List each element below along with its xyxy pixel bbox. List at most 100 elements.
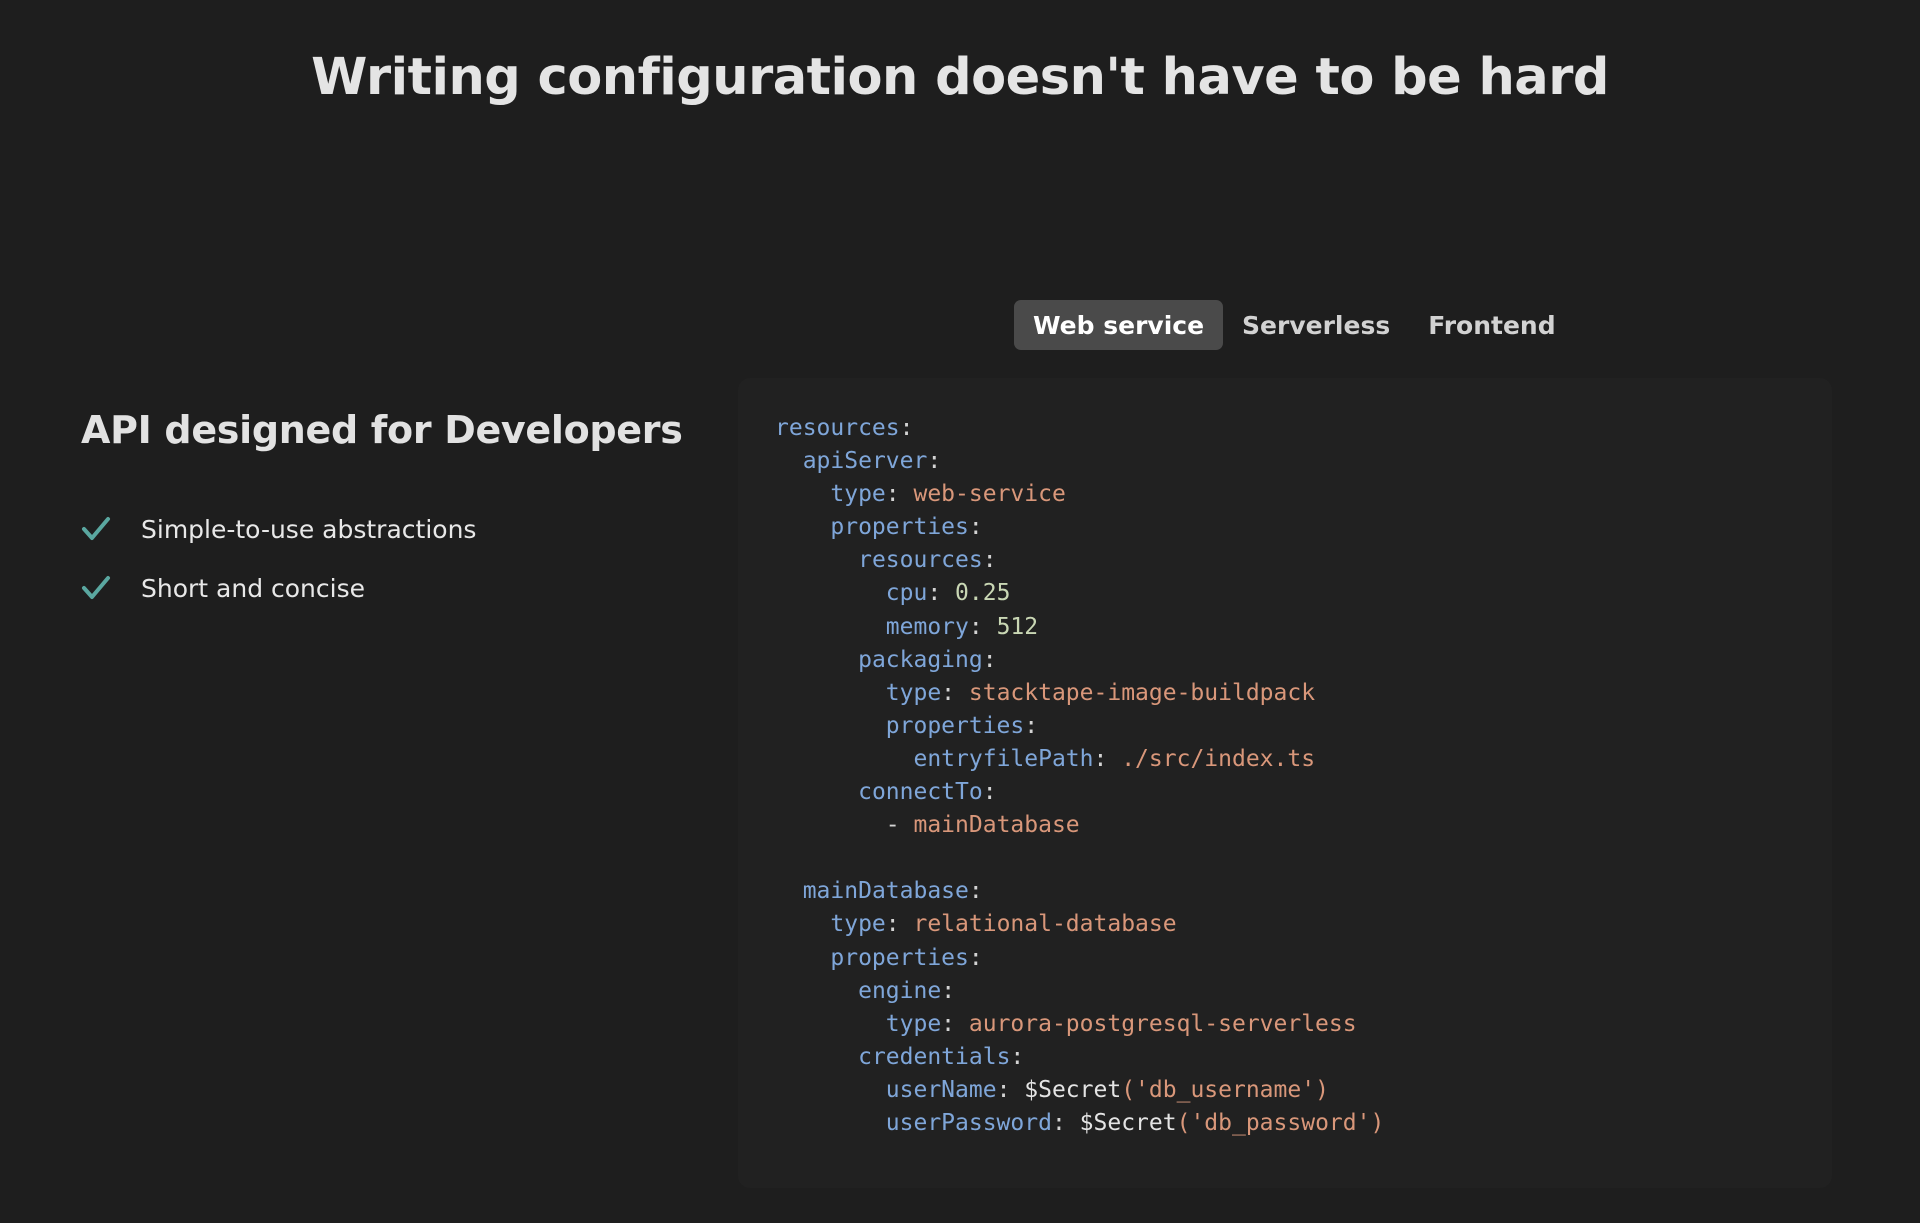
code-token: properties — [830, 514, 969, 541]
code-line: memory: 512 — [775, 611, 1384, 644]
code-token: type — [885, 679, 942, 706]
code-token: : — [899, 415, 914, 441]
code-line: type: stacktape-image-buildpack — [775, 677, 1384, 710]
code-token: : — [968, 944, 983, 971]
code-token: properties — [830, 944, 969, 971]
code-token: type — [885, 1010, 942, 1037]
config-tabs: Web service Serverless Frontend — [1014, 300, 1575, 350]
code-token: type — [830, 481, 886, 508]
code-line: properties: — [775, 511, 1384, 544]
code-token: - — [885, 812, 914, 839]
code-token: connectTo — [858, 779, 983, 806]
code-line: cpu: 0.25 — [775, 577, 1384, 610]
code-token: : — [968, 514, 983, 541]
code-token: : — [1093, 745, 1122, 772]
code-panel: resources: apiServer: type: web-service … — [738, 378, 1832, 1188]
code-line: type: web-service — [775, 478, 1384, 511]
code-token: : — [1051, 1109, 1080, 1136]
checkmark-icon — [82, 576, 110, 599]
code-line: packaging: — [775, 644, 1384, 677]
code-line: ​ — [775, 842, 1384, 875]
code-line: apiServer: — [775, 445, 1384, 478]
code-token: engine — [858, 977, 942, 1004]
code-token: aurora-postgresql-serverless — [968, 1010, 1357, 1037]
code-token: cpu — [885, 580, 928, 607]
code-line: entryfilePath: ./src/index.ts — [775, 743, 1384, 776]
code-token: memory — [885, 613, 969, 640]
code-token: : — [927, 580, 956, 607]
feature-item: Simple-to-use abstractions — [81, 509, 476, 549]
code-line: credentials: — [775, 1041, 1384, 1074]
code-token: apiServer — [802, 448, 928, 475]
code-token: properties — [885, 712, 1025, 739]
code-line: userPassword: $Secret('db_password') — [775, 1107, 1385, 1140]
code-token: ('db_username') — [1121, 1076, 1329, 1103]
code-line: - mainDatabase — [775, 809, 1384, 842]
code-line: connectTo: — [775, 776, 1384, 809]
code-line: type: aurora-postgresql-serverless — [775, 1008, 1384, 1041]
tab-serverless[interactable]: Serverless — [1223, 300, 1409, 350]
section-heading: API designed for Developers — [81, 408, 683, 452]
code-token: 512 — [996, 613, 1039, 640]
feature-list: Simple-to-use abstractions Short and con… — [81, 509, 476, 627]
code-token: entryfilePath — [913, 745, 1094, 772]
code-token: ./src/index.ts — [1121, 745, 1316, 772]
code-token: resources — [858, 547, 983, 574]
code-block: resources: apiServer: type: web-service … — [775, 412, 1384, 1140]
code-token: ('db_password') — [1176, 1109, 1385, 1136]
checkmark-icon — [82, 517, 110, 540]
code-token: mainDatabase — [913, 812, 1080, 839]
code-token: userPassword — [885, 1109, 1052, 1136]
code-token: resources — [775, 415, 900, 441]
code-token: : — [885, 911, 914, 938]
code-line: type: relational-database — [775, 908, 1384, 941]
code-token: 0.25 — [955, 580, 1011, 607]
page-headline: Writing configuration doesn't have to be… — [311, 48, 1609, 107]
page: Writing configuration doesn't have to be… — [0, 0, 1920, 1223]
tab-frontend[interactable]: Frontend — [1409, 300, 1574, 350]
code-token: : — [968, 878, 983, 905]
feature-item: Short and concise — [81, 568, 476, 608]
feature-text: Short and concise — [141, 573, 365, 603]
code-token: : — [1024, 712, 1039, 739]
code-token: packaging — [858, 646, 983, 673]
code-line: properties: — [775, 710, 1384, 743]
code-token: $Secret — [1079, 1109, 1177, 1136]
code-token: : — [941, 1010, 969, 1037]
code-token: : — [982, 547, 997, 574]
code-token: userName — [885, 1076, 997, 1103]
code-token: credentials — [858, 1043, 1011, 1070]
tab-web-service[interactable]: Web service — [1014, 300, 1224, 350]
code-token: relational-database — [913, 911, 1177, 938]
code-line: userName: $Secret('db_username') — [775, 1074, 1384, 1107]
code-token: : — [982, 646, 997, 673]
code-line: engine: — [775, 975, 1384, 1008]
code-token: : — [996, 1076, 1025, 1103]
code-token: web-service — [913, 481, 1066, 508]
code-token: : — [941, 679, 969, 706]
code-token: : — [927, 448, 942, 475]
code-line: properties: — [775, 942, 1384, 975]
code-token: : — [1010, 1043, 1025, 1070]
code-token: $Secret — [1024, 1076, 1122, 1103]
code-line: resources: — [775, 544, 1384, 577]
code-token: : — [941, 977, 956, 1004]
code-line: mainDatabase: — [775, 875, 1384, 908]
